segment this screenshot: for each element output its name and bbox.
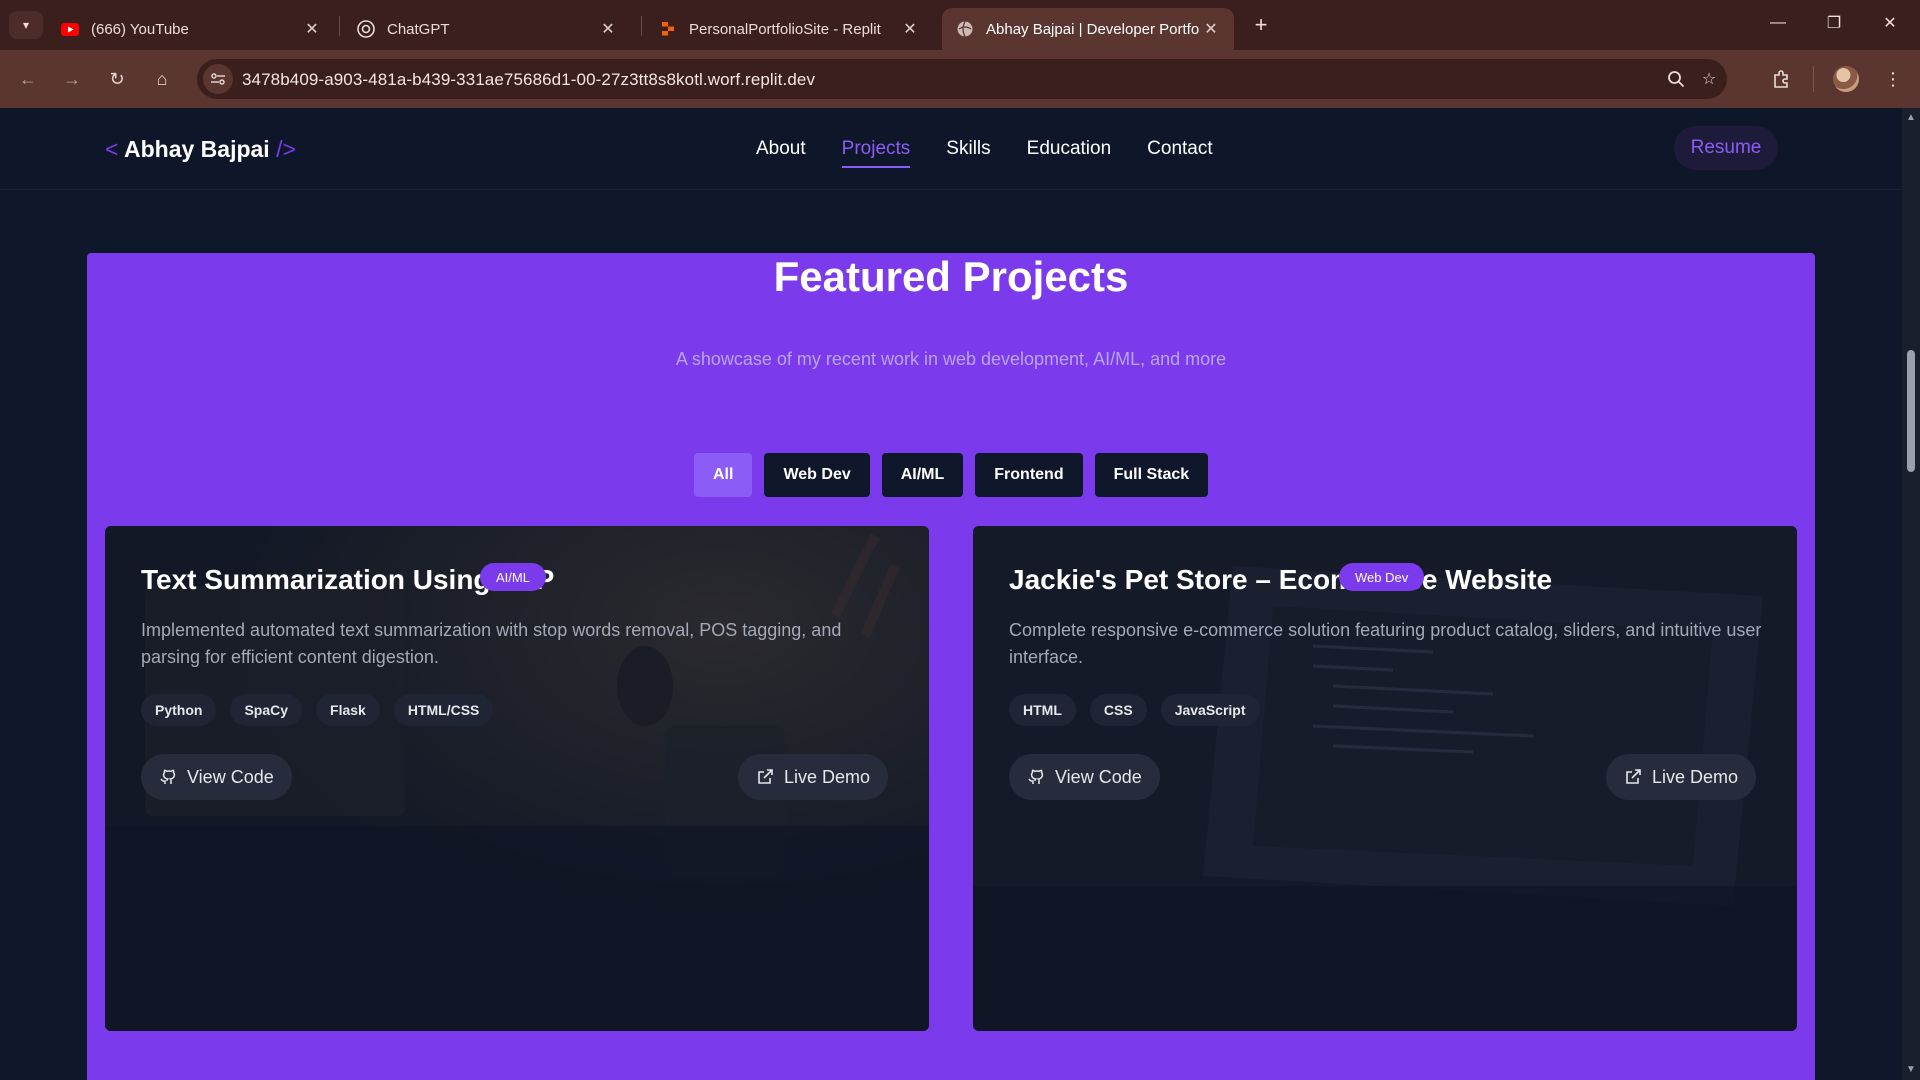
- logo-name: Abhay Bajpai: [123, 136, 270, 162]
- github-icon: [160, 769, 176, 784]
- forward-arrow-icon[interactable]: →: [56, 63, 88, 95]
- project-description: Complete responsive e-commerce solution …: [1009, 620, 1762, 667]
- nav-contact[interactable]: Contact: [1147, 138, 1212, 168]
- filter-all[interactable]: All: [694, 453, 753, 497]
- reload-icon[interactable]: ↻: [101, 63, 133, 95]
- toolbar-divider: [1813, 66, 1814, 92]
- browser-toolbar: ← → ↻ ⌂ 3478b409-a903-481a-b439-331ae756…: [0, 50, 1920, 108]
- tab-chatgpt[interactable]: ChatGPT ✕: [343, 8, 631, 50]
- project-filters: All Web Dev AI/ML Frontend Full Stack: [694, 453, 1209, 497]
- address-bar[interactable]: 3478b409-a903-481a-b439-331ae75686d1-00-…: [197, 59, 1727, 99]
- project-title: Jackie's Pet Store – Ecommerce Website: [1009, 564, 1553, 595]
- scrollbar-thumb[interactable]: [1907, 350, 1915, 472]
- back-arrow-icon[interactable]: ←: [12, 63, 44, 95]
- globe-icon: [956, 20, 974, 38]
- view-code-button[interactable]: View Code: [141, 754, 292, 800]
- scroll-up-arrow-icon[interactable]: ▲: [1905, 112, 1917, 124]
- category-badge: Web Dev: [1339, 563, 1425, 591]
- nav-projects[interactable]: Projects: [841, 138, 911, 168]
- tech-tags: Python SpaCy Flask HTML/CSS: [141, 694, 494, 726]
- project-description: Implemented automated text summarization…: [141, 620, 842, 667]
- nav-education[interactable]: Education: [1027, 138, 1112, 168]
- tab-title: ChatGPT: [387, 20, 450, 38]
- tech-tag: SpaCy: [230, 694, 303, 726]
- tab-divider: [641, 16, 642, 36]
- restore-icon[interactable]: ❐: [1806, 0, 1862, 46]
- tab-title: PersonalPortfolioSite - Replit: [689, 20, 881, 38]
- live-demo-button[interactable]: Live Demo: [1606, 754, 1757, 800]
- tech-tag: HTML: [1009, 694, 1076, 726]
- main-nav: About Projects Skills Education Contact: [756, 138, 1249, 168]
- menu-kebab-icon[interactable]: ⋮: [1877, 63, 1909, 95]
- live-demo-button[interactable]: Live Demo: [738, 754, 889, 800]
- resume-button[interactable]: Resume: [1674, 126, 1778, 170]
- window-close-icon[interactable]: ✕: [1862, 0, 1918, 46]
- filter-frontend[interactable]: Frontend: [975, 453, 1083, 497]
- replit-icon: [659, 20, 677, 38]
- scroll-down-arrow-icon[interactable]: ▼: [1905, 1064, 1917, 1076]
- nav-skills[interactable]: Skills: [946, 138, 990, 168]
- github-icon: [1028, 769, 1044, 784]
- close-icon[interactable]: ✕: [303, 19, 321, 39]
- projects-section: Featured Projects A showcase of my recen…: [87, 253, 1815, 1080]
- extensions-icon[interactable]: [1765, 63, 1797, 95]
- youtube-icon: [61, 20, 79, 38]
- category-badge: AI/ML: [480, 563, 546, 591]
- filter-full-stack[interactable]: Full Stack: [1094, 453, 1209, 497]
- tab-title: Abhay Bajpai | Developer Portfo: [986, 20, 1200, 38]
- bookmark-star-icon[interactable]: ☆: [1697, 67, 1721, 91]
- view-code-button[interactable]: View Code: [1009, 754, 1160, 800]
- view-code-label: View Code: [187, 766, 274, 787]
- tech-tag: CSS: [1089, 694, 1147, 726]
- minimize-icon[interactable]: —: [1750, 0, 1806, 46]
- logo-bracket-close: />: [276, 136, 296, 162]
- site-header: < Abhay Bajpai /> About Projects Skills …: [0, 108, 1902, 190]
- browser-tab-strip: ▾ (666) YouTube ✕ ChatGPT ✕ PersonalPort…: [0, 0, 1920, 50]
- live-demo-label: Live Demo: [784, 766, 871, 787]
- chatgpt-icon: [357, 20, 375, 38]
- url-text: 3478b409-a903-481a-b439-331ae75686d1-00-…: [242, 70, 816, 89]
- section-subtitle: A showcase of my recent work in web deve…: [675, 349, 1227, 369]
- tab-search-chevron-icon[interactable]: ▾: [9, 11, 43, 39]
- project-card: Text Summarization Using NLP AI/ML Imple…: [105, 526, 929, 1031]
- filter-ai-ml[interactable]: AI/ML: [881, 453, 964, 497]
- site-logo[interactable]: < Abhay Bajpai />: [105, 136, 296, 163]
- close-icon[interactable]: ✕: [901, 19, 919, 39]
- tab-title: (666) YouTube: [91, 20, 189, 38]
- external-link-icon: [1626, 769, 1641, 784]
- page-scrollbar[interactable]: ▲ ▼: [1902, 108, 1920, 1080]
- logo-bracket-open: <: [105, 136, 119, 162]
- tech-tag: Python: [141, 694, 217, 726]
- home-icon[interactable]: ⌂: [146, 63, 178, 95]
- close-icon[interactable]: ✕: [1202, 19, 1220, 39]
- tab-divider: [339, 16, 340, 36]
- site-info-icon[interactable]: [203, 64, 233, 94]
- view-code-label: View Code: [1055, 766, 1142, 787]
- close-icon[interactable]: ✕: [599, 19, 617, 39]
- tech-tag: HTML/CSS: [393, 694, 494, 726]
- tech-tag: Flask: [316, 694, 380, 726]
- project-card: Jackie's Pet Store – Ecommerce Website W…: [973, 526, 1797, 1031]
- zoom-icon[interactable]: [1664, 67, 1688, 91]
- section-title: Featured Projects: [773, 253, 1129, 300]
- new-tab-plus-icon[interactable]: +: [1247, 11, 1275, 39]
- filter-web-dev[interactable]: Web Dev: [764, 453, 870, 497]
- live-demo-label: Live Demo: [1652, 766, 1739, 787]
- external-link-icon: [758, 769, 773, 784]
- tab-youtube[interactable]: (666) YouTube ✕: [47, 8, 335, 50]
- tech-tags: HTML CSS JavaScript: [1009, 694, 1260, 726]
- nav-about[interactable]: About: [756, 138, 806, 168]
- tab-replit[interactable]: PersonalPortfolioSite - Replit ✕: [645, 8, 933, 50]
- tab-portfolio[interactable]: Abhay Bajpai | Developer Portfo ✕: [942, 8, 1234, 50]
- tech-tag: JavaScript: [1160, 694, 1260, 726]
- page-viewport: < Abhay Bajpai /> About Projects Skills …: [0, 108, 1902, 1080]
- profile-avatar[interactable]: [1830, 63, 1862, 95]
